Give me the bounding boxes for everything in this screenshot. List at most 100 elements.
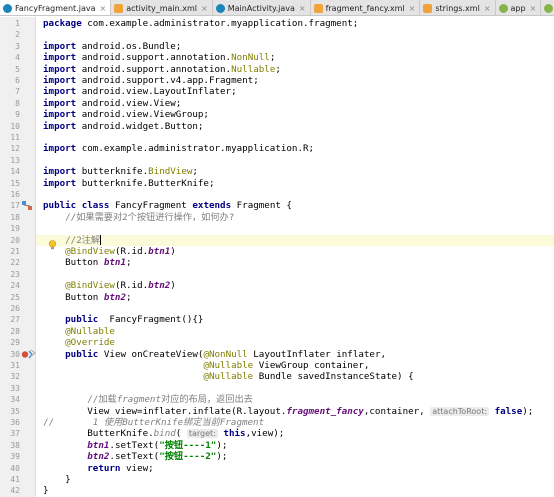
code-token: import bbox=[43, 97, 82, 109]
code-token: public bbox=[65, 314, 110, 326]
code-token: ; bbox=[126, 291, 132, 303]
code-line[interactable]: import butterknife.BindView; bbox=[43, 166, 198, 177]
code-line[interactable]: @BindView(R.id.btn1) bbox=[43, 246, 176, 257]
line-number: 41 bbox=[10, 475, 20, 484]
code-token: FancyFragment(){} bbox=[109, 314, 204, 326]
code-token: android.support.v4.app.Fragment; bbox=[81, 75, 259, 86]
code-line[interactable]: import android.view.LayoutInflater; bbox=[43, 86, 237, 97]
code-line[interactable]: View view=inflater.inflate(R.layout.frag… bbox=[43, 406, 533, 417]
code-line[interactable]: import android.view.View; bbox=[43, 98, 181, 109]
code-line[interactable]: package com.example.administrator.myappl… bbox=[43, 18, 358, 29]
class-hierarchy-icon[interactable] bbox=[21, 200, 33, 214]
code-token: Button bbox=[43, 257, 104, 269]
tab-activity-main-xml[interactable]: activity_main.xml × bbox=[111, 0, 213, 15]
code-token: @BindView bbox=[65, 246, 115, 257]
code-line[interactable]: // 1 使用ButterKnife绑定当前Fragment bbox=[43, 417, 264, 428]
code-token: View onCreateView( bbox=[103, 348, 204, 360]
line-number: 39 bbox=[10, 452, 20, 462]
code-line[interactable]: //加载fragment对应的布局，返回出去 bbox=[43, 394, 253, 405]
code-token: btn2 bbox=[103, 291, 126, 303]
line-number: 13 bbox=[10, 155, 20, 165]
tab-app[interactable]: app × bbox=[496, 0, 542, 15]
code-token: @Nullable bbox=[65, 325, 115, 337]
line-number: 14 bbox=[10, 167, 20, 177]
code-line[interactable]: @BindView(R.id.btn2) bbox=[43, 280, 176, 291]
line-number: 23 bbox=[10, 269, 20, 279]
tab-label: strings.xml bbox=[435, 3, 480, 13]
code-token: com.example.administrator.myapplication.… bbox=[81, 143, 315, 155]
code-token: bind bbox=[153, 428, 176, 440]
tab-fancyfragment-java[interactable]: FancyFragment.java × bbox=[0, 0, 112, 15]
code-line[interactable]: @Override bbox=[43, 337, 115, 348]
code-line[interactable]: } bbox=[43, 485, 49, 496]
close-icon[interactable]: × bbox=[299, 4, 306, 13]
code-token: "按钮----2" bbox=[159, 451, 217, 463]
line-number: 30 bbox=[10, 349, 20, 359]
code-token: @Nullable bbox=[203, 371, 259, 383]
close-icon[interactable]: × bbox=[530, 4, 537, 13]
code-line[interactable]: import android.view.ViewGroup; bbox=[43, 109, 209, 120]
line-number: 40 bbox=[10, 463, 20, 473]
code-token: } bbox=[43, 474, 71, 485]
code-token: //加载 bbox=[87, 394, 117, 406]
close-icon[interactable]: × bbox=[409, 4, 416, 13]
code-token: ButterKnife bbox=[122, 417, 184, 428]
code-token: android.support.annotation. bbox=[81, 63, 232, 75]
code-line[interactable]: @Nullable bbox=[43, 326, 115, 337]
code-line[interactable]: @Nullable Bundle savedInstanceState) { bbox=[43, 371, 413, 383]
fold-icon[interactable] bbox=[30, 349, 36, 360]
close-icon[interactable]: × bbox=[201, 4, 208, 13]
line-number: 6 bbox=[15, 76, 20, 85]
code-line[interactable]: btn1.setText("按钮----1"); bbox=[43, 440, 227, 451]
line-number: 20 bbox=[10, 235, 20, 245]
code-line[interactable]: //2注解 bbox=[36, 234, 554, 246]
lightbulb-icon[interactable] bbox=[48, 235, 57, 249]
line-number: 9 bbox=[15, 110, 20, 120]
code-token: FancyFragment bbox=[114, 200, 193, 212]
close-icon[interactable]: × bbox=[100, 4, 107, 13]
module-icon bbox=[544, 3, 554, 13]
code-token: import bbox=[43, 52, 82, 64]
tab-strings-xml[interactable]: strings.xml × bbox=[420, 0, 496, 15]
line-number: 3 bbox=[15, 41, 20, 51]
code-line[interactable]: btn2.setText("按钮----2"); bbox=[43, 451, 227, 462]
code-line[interactable]: Button btn2; bbox=[43, 291, 132, 303]
code-line[interactable]: public class FancyFragment extends Fragm… bbox=[43, 200, 292, 211]
line-number: 36 bbox=[10, 418, 20, 427]
close-icon[interactable]: × bbox=[484, 4, 491, 13]
module-icon bbox=[498, 3, 508, 13]
line-number: 17 bbox=[10, 201, 20, 211]
code-token: public bbox=[65, 348, 104, 360]
code-line[interactable]: import android.support.v4.app.Fragment; bbox=[43, 75, 259, 86]
code-line[interactable]: @Nullable ViewGroup container, bbox=[43, 360, 369, 371]
tab-mainactivity-java[interactable]: MainActivity.java × bbox=[213, 0, 311, 15]
code-line[interactable]: import android.os.Bundle; bbox=[43, 41, 181, 52]
code-line[interactable]: //如果需要对2个按钮进行操作，如何办? bbox=[43, 212, 234, 223]
line-number: 34 bbox=[10, 395, 20, 405]
code-line[interactable]: ButterKnife.bind( target: this,view); bbox=[43, 428, 284, 439]
tab-fragment-fancy-xml[interactable]: fragment_fancy.xml × bbox=[311, 0, 421, 15]
code-token: ) bbox=[170, 246, 176, 257]
line-number: 2 bbox=[15, 30, 20, 40]
line-number: 38 bbox=[10, 440, 20, 450]
code-line[interactable]: import android.support.annotation.NonNul… bbox=[43, 52, 275, 63]
code-editor[interactable]: 1 2 3 4 5 6 7 8 9 10 11 12 13 14 15 16 17 18 19 20 21 22 23 24 2… bbox=[0, 17, 554, 497]
code-line[interactable]: import com.example.administrator.myappli… bbox=[43, 143, 314, 154]
code-token: import bbox=[43, 109, 82, 121]
code-line[interactable]: import android.support.annotation.Nullab… bbox=[43, 64, 281, 75]
code-token: import bbox=[43, 75, 82, 86]
line-number: 31 bbox=[10, 361, 20, 370]
code-line[interactable]: public FancyFragment(){} bbox=[43, 314, 203, 325]
code-token: ; bbox=[269, 52, 276, 64]
code-token: @Override bbox=[65, 337, 115, 349]
code-line[interactable]: return view; bbox=[43, 463, 153, 474]
code-line[interactable]: } bbox=[43, 474, 71, 485]
code-line[interactable]: import android.widget.Button; bbox=[43, 121, 203, 132]
tab-myapplication[interactable]: MyApplication× bbox=[541, 0, 554, 15]
code-line[interactable]: import butterknife.ButterKnife; bbox=[43, 178, 215, 189]
code-line[interactable]: Button btn1; bbox=[43, 257, 131, 269]
code-line[interactable]: public View onCreateView(@NonNull Layout… bbox=[43, 349, 386, 360]
code-token: android.widget.Button; bbox=[81, 120, 204, 132]
